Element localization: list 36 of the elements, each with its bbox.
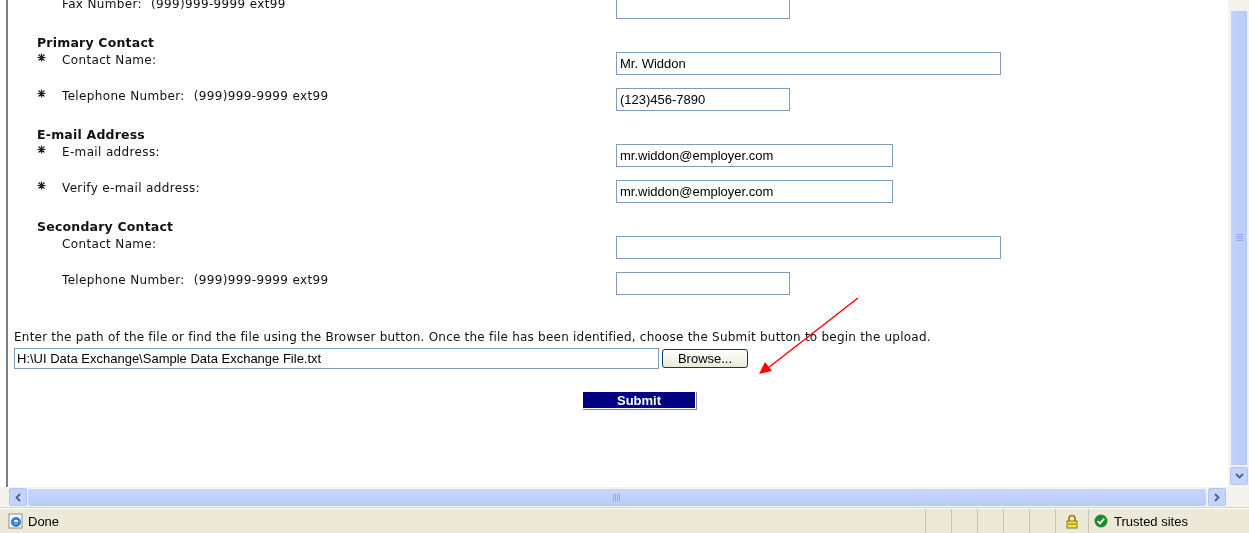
chevron-down-icon bbox=[1234, 473, 1244, 479]
scroll-down-button[interactable] bbox=[1230, 467, 1248, 485]
input-field[interactable] bbox=[616, 272, 790, 295]
format-hint: (999)999-9999 ext99 bbox=[193, 273, 329, 287]
input-field[interactable]: (123)456-7890 bbox=[616, 88, 790, 111]
field-label: Verify e-mail address: bbox=[62, 181, 200, 195]
file-path-field[interactable]: H:\UI Data Exchange\Sample Data Exchange File.txt bbox=[14, 348, 659, 369]
field-label: Contact Name: bbox=[62, 53, 157, 67]
section-heading: Primary Contact bbox=[37, 35, 156, 51]
input-field[interactable] bbox=[616, 236, 1001, 259]
field-label: Contact Name: bbox=[62, 237, 157, 251]
field-label: Telephone Number: bbox=[62, 273, 185, 287]
input-field[interactable]: mr.widdon@employer.com bbox=[616, 180, 893, 203]
input-field[interactable]: mr.widdon@employer.com bbox=[616, 144, 893, 167]
check-icon bbox=[1094, 514, 1108, 528]
input-field[interactable]: Mr. Widdon bbox=[616, 52, 1001, 75]
security-zone: Trusted sites bbox=[1114, 513, 1188, 529]
instructions-text: Enter the path of the file or find the file using the Browser button. Once the file has been identified, choose the Submit button to begin the upload. bbox=[14, 329, 932, 345]
vertical-scrollbar[interactable] bbox=[1228, 0, 1249, 487]
section-heading: Secondary Contact bbox=[37, 219, 175, 235]
field-label: E-mail address: bbox=[62, 145, 160, 159]
submit-button[interactable]: Submit bbox=[582, 391, 696, 409]
scroll-right-button[interactable] bbox=[1208, 488, 1226, 506]
horizontal-scrollbar[interactable] bbox=[0, 487, 1249, 508]
browser-icon bbox=[8, 513, 24, 529]
browse-button[interactable]: Browse... bbox=[662, 349, 748, 368]
scrollbar-thumb[interactable] bbox=[1230, 10, 1248, 466]
scrollbar-thumb[interactable] bbox=[28, 488, 1206, 506]
status-text: Done bbox=[28, 513, 60, 529]
section-heading: E-mail Address bbox=[37, 127, 146, 143]
format-hint: (999)999-9999 ext99 bbox=[193, 89, 329, 103]
scroll-left-button[interactable] bbox=[9, 488, 27, 506]
chevron-left-icon bbox=[15, 492, 21, 502]
input-field[interactable] bbox=[616, 0, 790, 19]
field-label: Telephone Number: bbox=[62, 89, 185, 103]
chevron-right-icon bbox=[1214, 492, 1220, 502]
